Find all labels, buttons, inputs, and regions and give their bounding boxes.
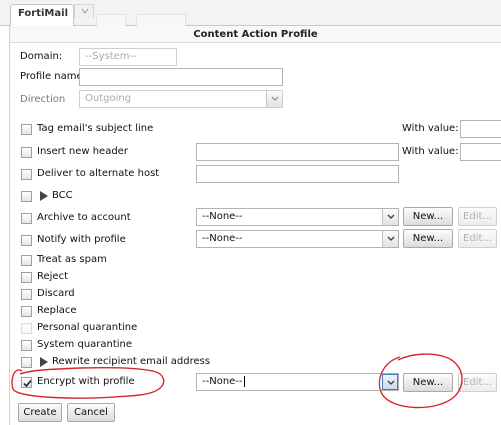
alternate-host-checkbox[interactable]	[21, 169, 32, 180]
tab-placeholder	[96, 14, 126, 26]
encrypt-select-value: --None--	[202, 376, 243, 387]
tab-bar: FortiMail	[0, 0, 501, 27]
dropdown-arrow[interactable]	[382, 209, 398, 225]
system-quarantine-label: System quarantine	[37, 339, 133, 350]
expand-triangle-icon[interactable]	[40, 191, 48, 201]
dropdown-arrow[interactable]	[382, 231, 398, 247]
discard-label: Discard	[37, 288, 75, 299]
alternate-host-input[interactable]	[196, 165, 399, 183]
personal-quarantine-label: Personal quarantine	[37, 322, 138, 333]
chevron-down-icon	[81, 8, 89, 15]
rewrite-recipient-checkbox[interactable]	[21, 357, 32, 368]
create-button[interactable]: Create	[18, 403, 62, 422]
cancel-button[interactable]: Cancel	[67, 403, 115, 422]
tag-subject-with-value-label: With value:	[402, 123, 459, 134]
direction-label: Direction	[20, 94, 66, 105]
domain-label: Domain:	[20, 51, 63, 62]
bcc-label: BCC	[52, 190, 73, 201]
encrypt-edit-button: Edit...	[458, 373, 497, 392]
tab-placeholder	[136, 14, 186, 26]
tab-fortimail[interactable]: FortiMail	[10, 4, 74, 27]
archive-new-button[interactable]: New...	[403, 207, 453, 226]
replace-label: Replace	[37, 305, 77, 316]
archive-checkbox[interactable]	[21, 213, 32, 224]
notify-edit-button: Edit...	[458, 229, 497, 248]
tag-subject-checkbox[interactable]	[21, 124, 32, 135]
archive-edit-button: Edit...	[458, 207, 497, 226]
system-quarantine-checkbox[interactable]	[21, 340, 32, 351]
notify-select[interactable]: --None--	[196, 230, 399, 248]
discard-checkbox[interactable]	[21, 289, 32, 300]
domain-field: --System--	[79, 48, 177, 66]
checkmark-icon	[23, 379, 32, 388]
archive-select[interactable]: --None--	[196, 208, 399, 226]
tag-subject-value-input[interactable]	[460, 120, 501, 138]
archive-select-value: --None--	[202, 211, 243, 222]
treat-spam-label: Treat as spam	[37, 254, 107, 265]
notify-label: Notify with profile	[37, 234, 126, 245]
dropdown-arrow[interactable]	[382, 374, 398, 390]
insert-header-label: Insert new header	[37, 146, 128, 157]
direction-value: Outgoing	[85, 93, 132, 104]
insert-header-checkbox[interactable]	[21, 147, 32, 158]
archive-label: Archive to account	[37, 212, 131, 223]
reject-checkbox[interactable]	[21, 272, 32, 283]
chevron-down-icon	[387, 380, 395, 385]
insert-header-with-value-label: With value:	[402, 146, 459, 157]
notify-checkbox[interactable]	[21, 235, 32, 246]
encrypt-checkbox[interactable]	[21, 377, 32, 388]
text-cursor	[243, 375, 245, 387]
tab-close-button[interactable]	[74, 4, 94, 18]
profile-name-label: Profile name:	[20, 71, 87, 82]
notify-select-value: --None--	[202, 233, 243, 244]
encrypt-new-button[interactable]: New...	[403, 373, 453, 392]
page-title: Content Action Profile	[10, 26, 501, 43]
chevron-down-icon	[387, 214, 395, 219]
personal-quarantine-checkbox[interactable]	[21, 323, 32, 334]
alternate-host-label: Deliver to alternate host	[37, 168, 160, 179]
encrypt-select[interactable]: --None--	[196, 373, 399, 391]
treat-spam-checkbox[interactable]	[21, 255, 32, 266]
profile-name-input[interactable]	[79, 68, 283, 86]
encrypt-label: Encrypt with profile	[37, 376, 135, 387]
reject-label: Reject	[37, 271, 69, 282]
replace-checkbox[interactable]	[21, 306, 32, 317]
direction-select: Outgoing	[79, 90, 283, 108]
chevron-down-icon	[271, 96, 279, 101]
insert-header-input[interactable]	[196, 143, 399, 161]
dropdown-arrow	[266, 91, 282, 107]
frame-border	[9, 26, 10, 425]
chevron-down-icon	[387, 236, 395, 241]
tab-title: FortiMail	[18, 8, 68, 19]
bcc-checkbox[interactable]	[21, 191, 32, 202]
rewrite-recipient-label: Rewrite recipient email address	[52, 356, 211, 367]
expand-triangle-icon[interactable]	[40, 357, 48, 367]
notify-new-button[interactable]: New...	[403, 229, 453, 248]
tag-subject-label: Tag email's subject line	[37, 123, 154, 134]
insert-header-value-input[interactable]	[460, 143, 501, 161]
